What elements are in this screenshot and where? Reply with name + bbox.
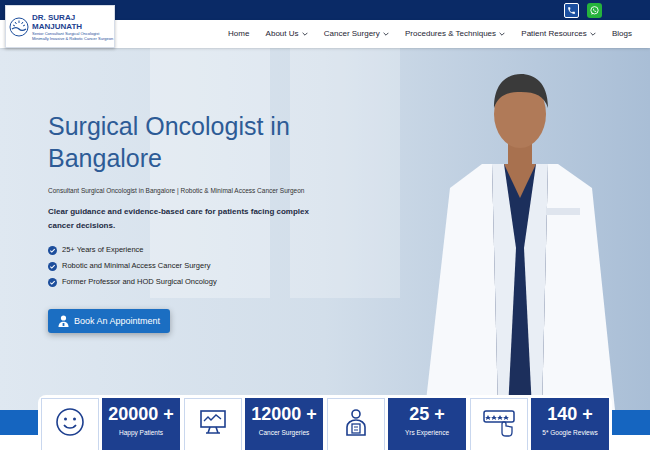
hero-lead: Clear guidance and evidence-based care f… bbox=[48, 205, 323, 233]
phone-icon[interactable] bbox=[564, 3, 579, 18]
logo-emblem-icon bbox=[9, 17, 29, 37]
rating-stars-icon bbox=[482, 407, 516, 437]
stat-value: 20000 + bbox=[108, 403, 174, 425]
check-circle-icon bbox=[48, 246, 57, 255]
feature-text: Former Professor and HOD Surgical Oncolo… bbox=[62, 277, 217, 287]
stat-item: 140 + 5* Google Reviews bbox=[470, 398, 609, 450]
stat-label: Happy Patients bbox=[119, 428, 163, 437]
stat-value: 25 + bbox=[409, 403, 445, 425]
stat-item: 25 + Yrs Experience bbox=[327, 398, 466, 450]
stat-icon-box bbox=[41, 398, 99, 450]
chevron-down-icon bbox=[302, 31, 308, 37]
feature-list: 25+ Years of Experience Robotic and Minim… bbox=[48, 245, 340, 287]
chevron-down-icon bbox=[383, 31, 389, 37]
hero: Surgical Oncologist in Bangalore Consulta… bbox=[0, 48, 650, 410]
stat-value-box: 140 + 5* Google Reviews bbox=[531, 398, 609, 450]
stat-item: 20000 + Happy Patients bbox=[41, 398, 180, 450]
stat-value-box: 20000 + Happy Patients bbox=[102, 398, 180, 450]
nav-item[interactable]: About Us bbox=[266, 28, 308, 40]
nav-item[interactable]: Cancer Surgery bbox=[324, 28, 389, 40]
button-wrap: Book An Appointment bbox=[48, 287, 340, 334]
window-pane bbox=[150, 48, 270, 298]
stat-label: 5* Google Reviews bbox=[542, 428, 597, 437]
nav-item[interactable]: Blogs bbox=[612, 28, 632, 40]
check-circle-icon bbox=[48, 278, 57, 287]
stats-card: 20000 + Happy Patients 12000 + Cancer Surge… bbox=[38, 395, 612, 450]
nav-item[interactable]: Home bbox=[228, 28, 249, 40]
nav-label: Patient Resources bbox=[521, 28, 586, 40]
surgery-monitor-icon bbox=[196, 407, 230, 437]
logo-tagline: Senior Consultant Surgical Oncologist bbox=[32, 31, 111, 36]
feature-item: Robotic and Minimal Access Cancer Surger… bbox=[48, 261, 340, 271]
book-appointment-button[interactable]: Book An Appointment bbox=[48, 309, 170, 333]
doctor-clipboard-icon bbox=[339, 407, 373, 437]
window-pane bbox=[290, 48, 400, 298]
hero-subtitle: Consultant Surgical Oncologist in Bangal… bbox=[48, 186, 340, 195]
nav-label: About Us bbox=[266, 28, 299, 40]
logo-name: DR. SURAJ bbox=[32, 13, 111, 22]
stats-band: 20000 + Happy Patients 12000 + Cancer Surge… bbox=[0, 395, 650, 435]
stat-item: 12000 + Cancer Surgeries bbox=[184, 398, 323, 450]
stat-value-box: 25 + Yrs Experience bbox=[388, 398, 466, 450]
doctor-icon bbox=[58, 315, 69, 327]
smiley-icon bbox=[53, 407, 87, 437]
stat-icon-box bbox=[470, 398, 528, 450]
stat-icon-box bbox=[327, 398, 385, 450]
stat-label: Cancer Surgeries bbox=[259, 428, 310, 437]
stat-value: 12000 + bbox=[251, 403, 317, 425]
feature-text: 25+ Years of Experience bbox=[62, 245, 144, 255]
nav-item[interactable]: Patient Resources bbox=[521, 28, 595, 40]
stat-icon-box bbox=[184, 398, 242, 450]
nav-item[interactable]: Procedures & Techniques bbox=[405, 28, 505, 40]
nav-label: Procedures & Techniques bbox=[405, 28, 496, 40]
feature-text: Robotic and Minimal Access Cancer Surger… bbox=[62, 261, 210, 271]
logo-name: MANJUNATH bbox=[32, 22, 111, 31]
stat-label: Yrs Experience bbox=[405, 428, 449, 437]
chevron-down-icon bbox=[499, 31, 505, 37]
nav-label: Blogs bbox=[612, 28, 632, 40]
doctor-photo bbox=[420, 48, 620, 410]
button-label: Book An Appointment bbox=[74, 316, 160, 327]
whatsapp-icon[interactable] bbox=[587, 3, 602, 18]
stat-value-box: 12000 + Cancer Surgeries bbox=[245, 398, 323, 450]
feature-item: 25+ Years of Experience bbox=[48, 245, 340, 255]
feature-item: Former Professor and HOD Surgical Oncolo… bbox=[48, 277, 340, 287]
stat-value: 140 + bbox=[547, 403, 593, 425]
nav-label: Cancer Surgery bbox=[324, 28, 380, 40]
logo[interactable]: DR. SURAJMANJUNATHSenior Consultant Surg… bbox=[5, 5, 115, 48]
hero-title: Surgical Oncologist in Bangalore bbox=[48, 110, 338, 174]
logo-tagline: Minimally Invasive & Robotic Cancer Surg… bbox=[32, 36, 111, 41]
nav-label: Home bbox=[228, 28, 249, 40]
check-circle-icon bbox=[48, 262, 57, 271]
chevron-down-icon bbox=[590, 31, 596, 37]
